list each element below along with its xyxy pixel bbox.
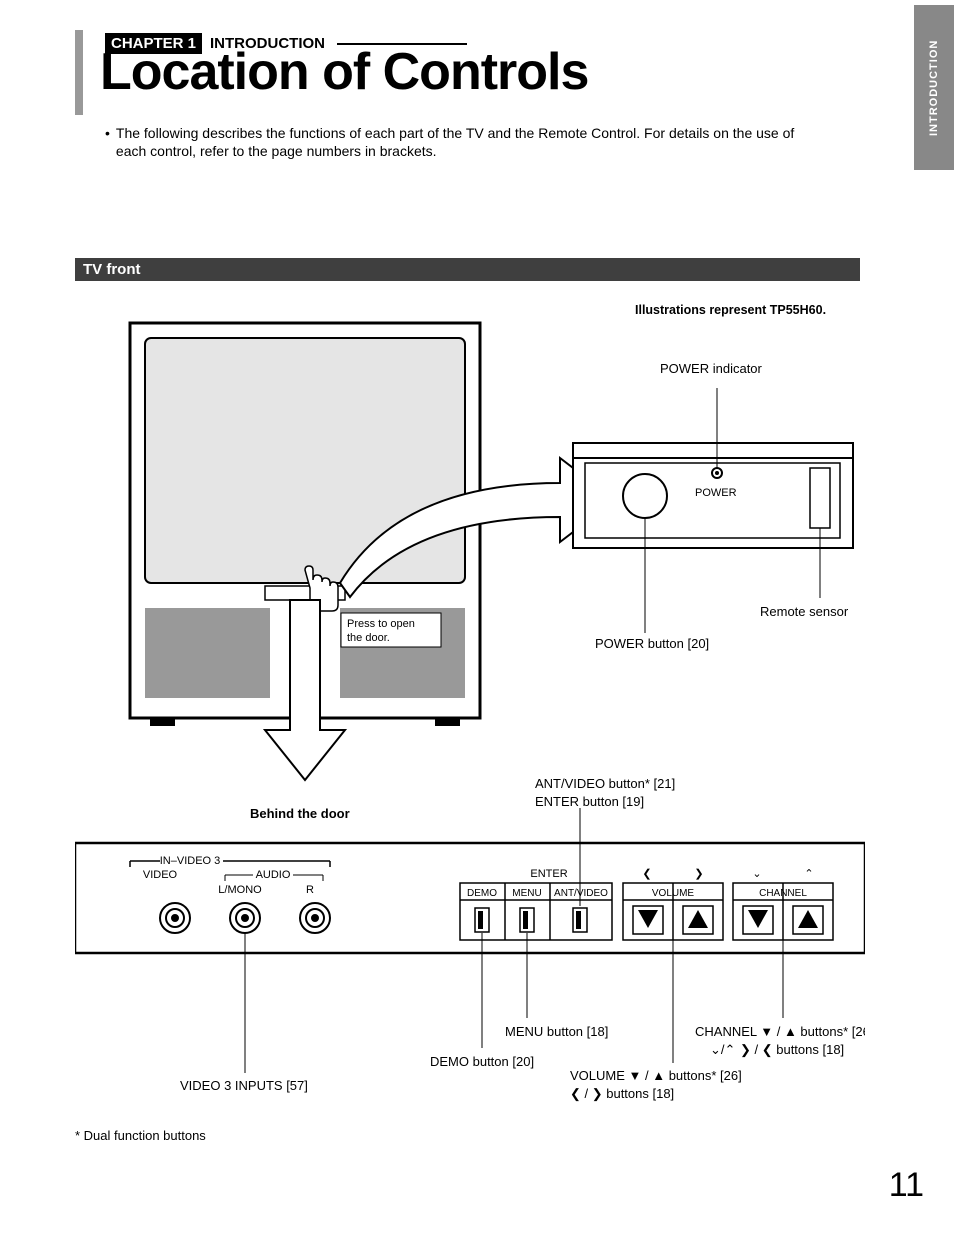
svg-text:IN–VIDEO 3: IN–VIDEO 3 xyxy=(160,855,221,867)
side-tab: INTRODUCTION xyxy=(914,5,954,170)
svg-text:ANT/VIDEO: ANT/VIDEO xyxy=(554,888,608,899)
illustration-note: Illustrations represent TP55H60. xyxy=(635,303,826,317)
bullet-icon: • xyxy=(105,124,110,160)
svg-text:ENTER: ENTER xyxy=(530,868,567,880)
tv-diagram: POWER POWER indicator Remote sensor POWE… xyxy=(75,318,865,1128)
power-label: POWER xyxy=(695,487,737,499)
footnote: * Dual function buttons xyxy=(75,1128,206,1143)
svg-text:VOLUME: VOLUME xyxy=(652,888,695,899)
svg-text:CHANNEL: CHANNEL xyxy=(759,888,807,899)
svg-text:Press to open: Press to open xyxy=(347,618,415,630)
svg-text:❮: ❮ xyxy=(642,868,651,880)
behind-door-label: Behind the door xyxy=(250,806,350,821)
demo-button-label: DEMO button [20] xyxy=(430,1054,534,1069)
remote-sensor-label: Remote sensor xyxy=(760,604,849,619)
channel-buttons-label-2: ⌄/⌃ ❯ / ❮ buttons [18] xyxy=(710,1042,844,1058)
svg-text:⌄/⌃: ⌄/⌃ xyxy=(710,1042,735,1057)
header-accent-bar xyxy=(75,30,83,115)
svg-text:the door.: the door. xyxy=(347,632,390,644)
svg-text:R: R xyxy=(306,884,314,896)
svg-text:❯: ❯ xyxy=(694,868,703,880)
ant-video-label: ANT/VIDEO button* [21] xyxy=(535,776,675,791)
page-title: Location of Controls xyxy=(100,42,588,102)
section-heading: TV front xyxy=(75,258,860,281)
power-button-label: POWER button [20] xyxy=(595,636,709,651)
enter-label: ENTER button [19] xyxy=(535,794,644,809)
svg-text:VIDEO: VIDEO xyxy=(143,869,178,881)
control-panel-illustration: IN–VIDEO 3 VIDEO AUDIO L/MONO R ENTER DE… xyxy=(75,843,865,953)
svg-text:DEMO: DEMO xyxy=(467,888,497,899)
video3-inputs-label: VIDEO 3 INPUTS [57] xyxy=(180,1078,308,1093)
svg-text:L/MONO: L/MONO xyxy=(218,884,262,896)
power-panel-illustration: POWER xyxy=(573,443,853,548)
svg-text:MENU: MENU xyxy=(512,888,541,899)
svg-text:❯ / ❮ buttons [18]: ❯ / ❮ buttons [18] xyxy=(740,1042,844,1058)
channel-buttons-label-1: CHANNEL ▼ / ▲ buttons* [26] xyxy=(695,1024,865,1039)
intro-paragraph: • The following describes the functions … xyxy=(105,124,805,160)
press-to-open-note: Press to open the door. xyxy=(341,613,441,647)
svg-text:⌃: ⌃ xyxy=(804,868,813,880)
menu-button-label: MENU button [18] xyxy=(505,1024,608,1039)
power-indicator-label: POWER indicator xyxy=(660,361,763,376)
page-number: 11 xyxy=(889,1166,924,1205)
intro-text: The following describes the functions of… xyxy=(116,124,805,160)
volume-buttons-label-1: VOLUME ▼ / ▲ buttons* [26] xyxy=(570,1068,742,1083)
svg-text:⌄: ⌄ xyxy=(752,868,761,880)
svg-text:AUDIO: AUDIO xyxy=(256,869,291,881)
volume-buttons-label-2: ❮ / ❯ buttons [18] xyxy=(570,1086,674,1102)
